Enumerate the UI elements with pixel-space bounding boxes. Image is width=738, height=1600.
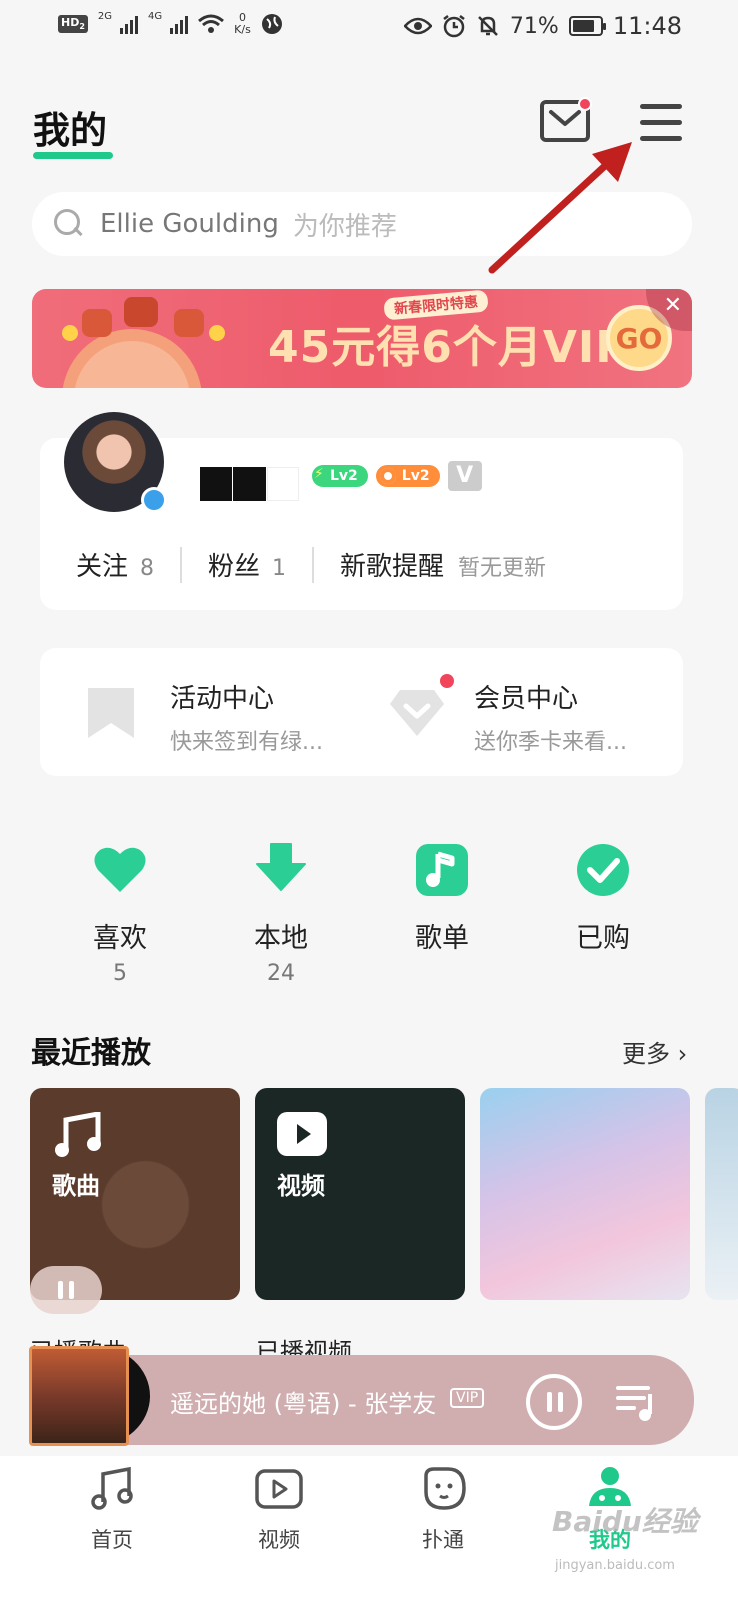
fans-stat[interactable]: 粉丝 1 <box>208 546 286 583</box>
recent-more-card[interactable] <box>705 1088 738 1300</box>
watermark-url: jingyan.baidu.com <box>555 1558 675 1573</box>
ox-illustration <box>62 297 225 388</box>
quick-likes[interactable]: 喜欢 5 <box>65 842 175 986</box>
nav-home[interactable]: 首页 <box>62 1466 162 1554</box>
vip-badge-icon[interactable]: V <box>447 461 482 491</box>
eye-icon <box>403 17 432 35</box>
recent-videos-card[interactable]: 视频 <box>255 1088 465 1300</box>
nav-video[interactable]: 视频 <box>229 1466 329 1554</box>
annotation-arrow <box>488 142 632 274</box>
play-icon <box>277 1112 327 1156</box>
playlist-icon <box>416 844 468 896</box>
quick-purchased[interactable]: 已购 <box>548 842 658 955</box>
signal-label-2: 4G <box>148 10 163 22</box>
search-placeholder: Ellie Goulding <box>100 209 279 239</box>
quick-local[interactable]: 本地 24 <box>226 842 336 986</box>
divider <box>312 546 315 583</box>
signal-icon <box>120 14 139 34</box>
clock: 11:48 <box>612 12 682 40</box>
quick-count: 5 <box>113 961 127 986</box>
activity-card <box>40 648 683 776</box>
heart-icon <box>94 847 146 892</box>
recent-album-card[interactable] <box>480 1088 690 1300</box>
download-icon <box>256 843 306 891</box>
member-center-sub[interactable]: 送你季卡来看... <box>474 724 627 756</box>
card-label: 歌曲 <box>52 1172 100 1200</box>
video-icon <box>255 1469 303 1509</box>
battery-icon <box>568 16 606 36</box>
music-note-icon <box>91 1466 133 1510</box>
wifi-icon <box>198 14 225 33</box>
check-icon <box>577 844 629 896</box>
card-label: 视频 <box>277 1172 325 1200</box>
search-hint: 为你推荐 <box>292 211 397 242</box>
recent-section-title: 最近播放 <box>31 1036 151 1071</box>
signal-label-1: 2G <box>97 10 113 22</box>
quick-label: 喜欢 <box>93 923 147 954</box>
quick-label: 歌单 <box>415 923 469 954</box>
gender-badge-icon <box>141 487 167 513</box>
search-icon <box>54 209 84 239</box>
quick-label: 已购 <box>576 923 630 954</box>
member-center-title[interactable]: 会员中心 <box>474 678 578 715</box>
music-level-badge[interactable]: Lv2 <box>375 465 440 487</box>
notification-dot <box>578 97 592 111</box>
hd-indicator: HD2 <box>58 15 88 33</box>
playlist-queue-icon[interactable] <box>614 1380 658 1424</box>
new-song-reminder[interactable]: 新歌提醒 暂无更新 <box>340 546 546 583</box>
now-playing-title[interactable]: 遥远的她 (粤语) - 张学友 <box>170 1384 442 1419</box>
notification-dot <box>440 674 454 688</box>
vip-tag: VIP <box>450 1388 485 1408</box>
promo-text: 45元得6个月VIP <box>268 322 629 373</box>
globe-icon <box>261 14 282 34</box>
pause-button[interactable] <box>30 1266 102 1314</box>
listen-level-badge[interactable]: Lv2 <box>312 465 368 487</box>
diamond-icon <box>390 690 444 736</box>
battery-percent: 71% <box>509 13 559 39</box>
username-redacted <box>200 467 300 501</box>
tab-indicator <box>33 152 113 159</box>
nav-putong[interactable]: 扑通 <box>393 1466 493 1554</box>
activity-center-title[interactable]: 活动中心 <box>170 678 274 715</box>
watermark: Baidu经验 <box>552 1505 698 1538</box>
activity-center-sub[interactable]: 快来签到有绿... <box>170 724 323 756</box>
quick-label: 本地 <box>254 923 308 954</box>
status-bar: HD2 2G 4G 0 K/s 71% 11:48 <box>0 0 738 56</box>
network-speed: 0 K/s <box>234 11 251 36</box>
alarm-icon <box>443 15 465 38</box>
quick-count: 24 <box>267 961 295 986</box>
signal-icon <box>170 14 189 34</box>
album-cover[interactable] <box>29 1346 129 1446</box>
music-note-icon <box>55 1112 101 1157</box>
more-link[interactable]: 更多 › <box>622 1034 687 1069</box>
promo-banner[interactable]: 新春限时特惠 45元得6个月VIP GO ✕ <box>32 289 692 388</box>
page-title[interactable]: 我的 <box>33 100 107 154</box>
bubble-icon <box>424 1467 466 1510</box>
divider <box>180 546 183 583</box>
following-stat[interactable]: 关注 8 <box>76 546 154 583</box>
mute-icon <box>478 16 498 36</box>
quick-playlist[interactable]: 歌单 <box>387 842 497 955</box>
pause-button[interactable] <box>526 1374 582 1430</box>
